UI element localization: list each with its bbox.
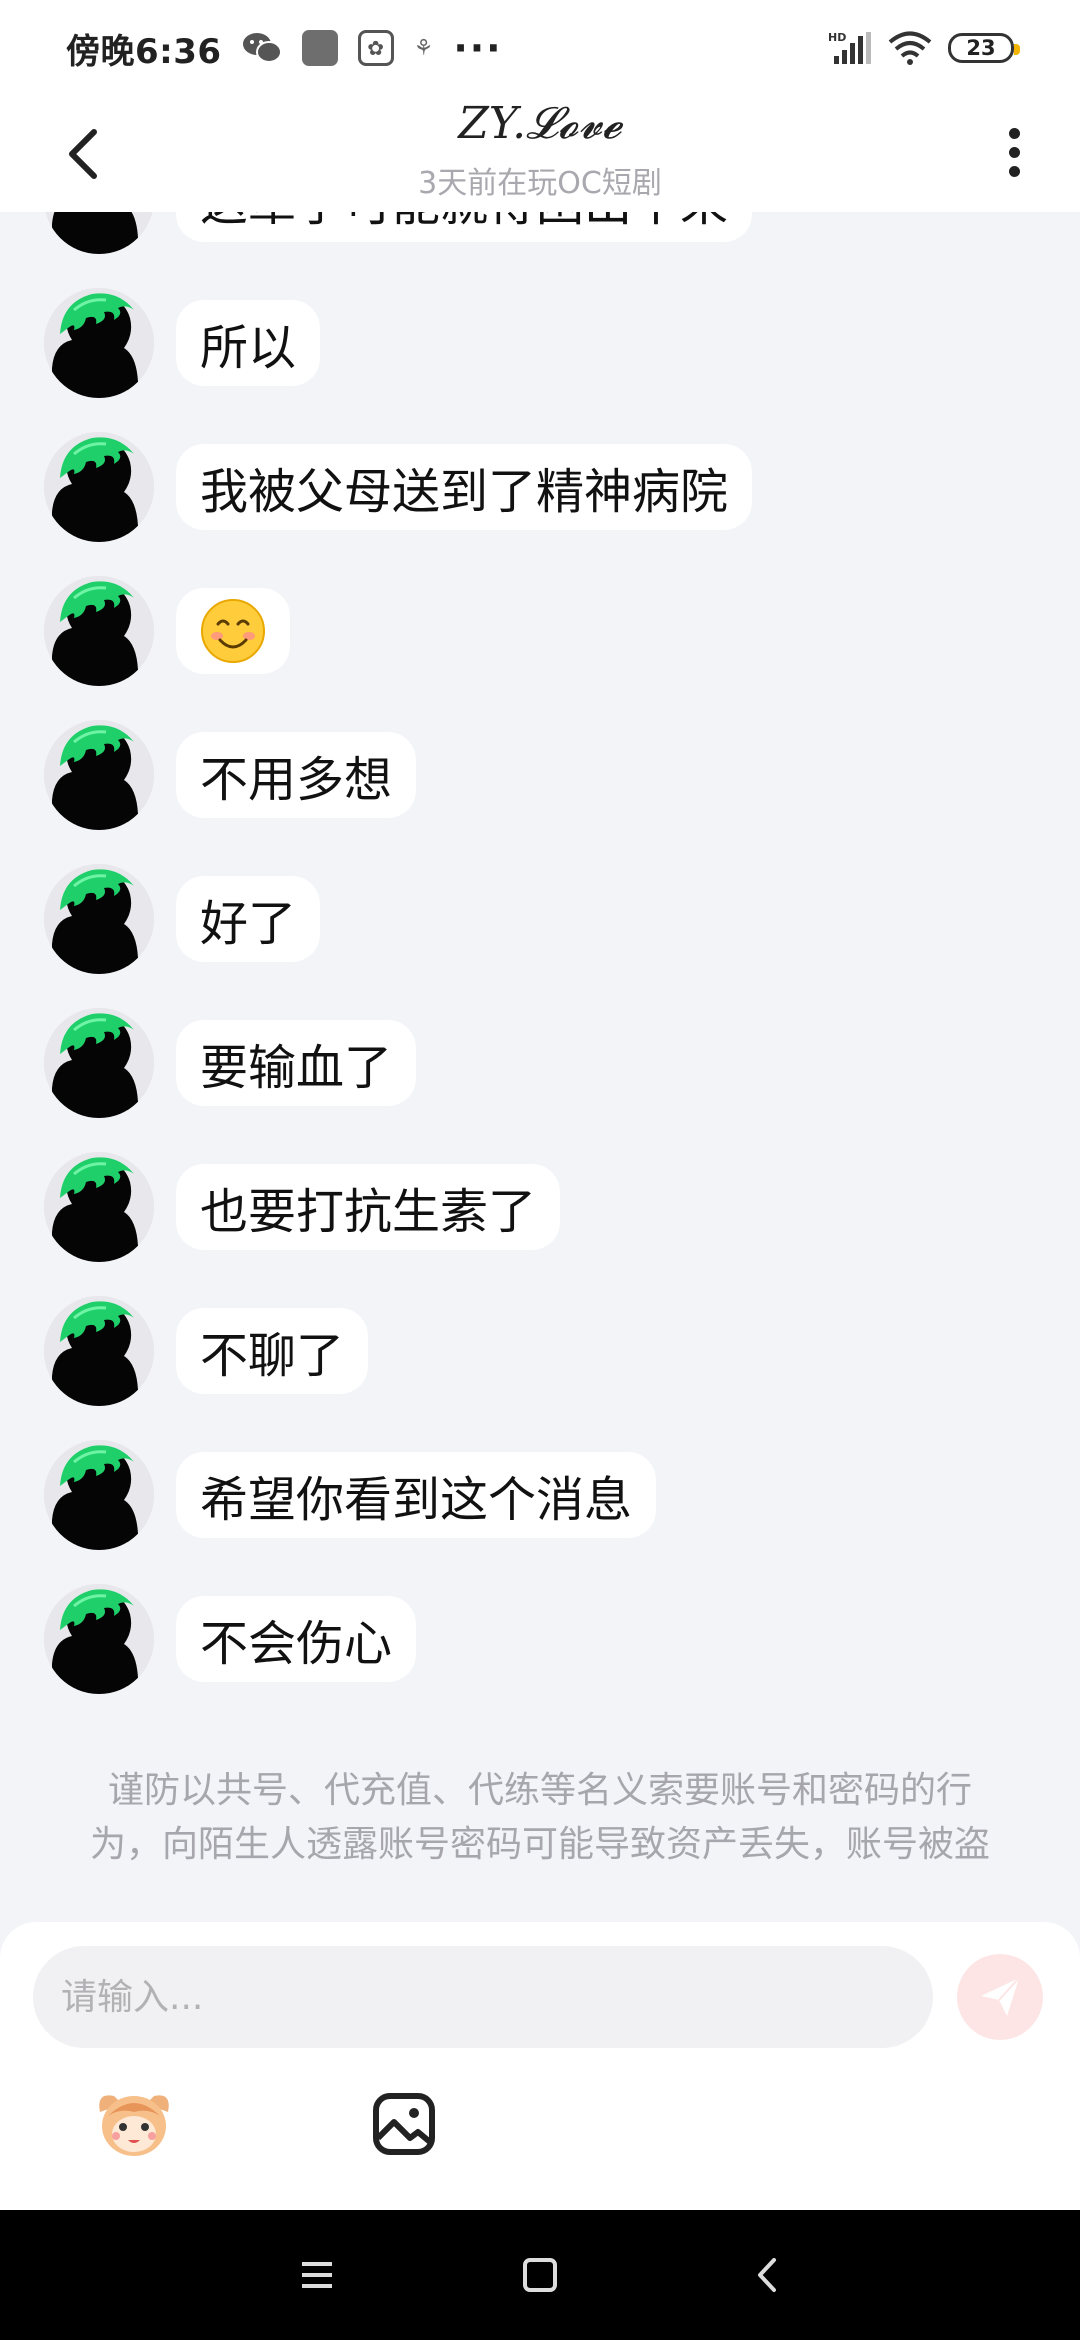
send-button[interactable]	[957, 1954, 1043, 2040]
avatar-silhouette-icon	[44, 1152, 154, 1262]
home-square-icon	[523, 2258, 557, 2292]
message-bubble[interactable]: 好了	[176, 876, 321, 962]
message-text: 不会伤心	[200, 1616, 393, 1672]
page-title: ZY.𝓛𝓸𝓿𝓮	[458, 98, 622, 149]
status-time: 傍晚6:36	[66, 31, 222, 72]
avatar-silhouette-icon	[44, 720, 154, 830]
message-row-partial: 这辈子可能就得困出不来	[44, 212, 753, 254]
message-row: 我被父母送到了精神病院	[44, 432, 753, 542]
back-nav-button[interactable]	[742, 2250, 792, 2300]
message-row: 不聊了	[44, 1296, 369, 1406]
avatar[interactable]	[44, 1152, 154, 1262]
message-row: 也要打抗生素了	[44, 1152, 561, 1262]
message-row: 不会伤心	[44, 1584, 417, 1694]
avatar-silhouette-icon	[44, 864, 154, 974]
message-bubble[interactable]: 不会伤心	[176, 1596, 417, 1682]
menu-icon	[302, 2262, 332, 2288]
mascot-sticker-icon	[99, 2095, 169, 2156]
paw-icon: ✿	[357, 30, 394, 66]
more-dots-icon: ···	[453, 26, 503, 70]
avatar-silhouette-icon	[44, 212, 154, 254]
sticker-button[interactable]	[92, 2082, 176, 2162]
chat-header: ZY.𝓛𝓸𝓿𝓮 3天前在玩OC短剧	[0, 96, 1080, 212]
avatar[interactable]	[44, 864, 154, 974]
wechat-icon	[242, 31, 282, 65]
message-text: 所以	[200, 320, 297, 376]
message-row: 不用多想	[44, 720, 417, 830]
message-bubble[interactable]: 不聊了	[176, 1308, 369, 1394]
avatar[interactable]	[44, 576, 154, 686]
message-bubble[interactable]: 所以	[176, 300, 321, 386]
avatar-silhouette-icon	[44, 432, 154, 542]
message-input-wrapper	[33, 1946, 933, 2048]
message-row: 所以	[44, 288, 321, 398]
more-vertical-icon	[994, 128, 1034, 177]
avatar-silhouette-icon	[44, 1584, 154, 1694]
avatar[interactable]	[44, 432, 154, 542]
avatar-silhouette-icon	[44, 1440, 154, 1550]
avatar-silhouette-icon	[44, 1296, 154, 1406]
message-text: 我被父母送到了精神病院	[200, 464, 729, 520]
message-bubble[interactable]: 我被父母送到了精神病院	[176, 444, 753, 530]
small-app-icon: ⚘	[413, 35, 434, 61]
message-input[interactable]	[61, 1976, 905, 2018]
message-text: 这辈子可能就得困出不来	[200, 212, 728, 234]
smiling-face-icon	[201, 599, 265, 663]
status-left: 傍晚6:36 ✿ ⚘ ···	[66, 24, 503, 73]
avatar[interactable]	[44, 288, 154, 398]
message-text: 好了	[200, 896, 297, 952]
avatar[interactable]	[44, 212, 154, 254]
message-row: 好了	[44, 864, 321, 974]
message-bubble[interactable]: 不用多想	[176, 732, 417, 818]
send-icon	[981, 1977, 1020, 2016]
message-bubble[interactable]: 也要打抗生素了	[176, 1164, 561, 1250]
battery-icon: 23	[948, 33, 1020, 63]
hd-label: HD	[828, 31, 846, 44]
message-row: 希望你看到这个消息	[44, 1440, 657, 1550]
back-triangle-icon	[758, 2258, 776, 2292]
last-active-status: 3天前在玩OC短剧	[418, 166, 662, 201]
chat-messages[interactable]: 这辈子可能就得困出不来所以我被父母送到了精神病院不用多想好了要输血了也要打抗生素…	[0, 212, 1080, 1922]
wifi-icon	[888, 31, 932, 65]
message-text: 不聊了	[200, 1328, 345, 1384]
avatar[interactable]	[44, 1440, 154, 1550]
status-bar: 傍晚6:36 ✿ ⚘ ··· HD 23	[0, 0, 1080, 96]
message-bubble[interactable]: 要输血了	[176, 1020, 417, 1106]
status-right: HD 23	[828, 30, 1020, 66]
message-text: 不用多想	[200, 752, 393, 808]
safety-warning: 谨防以共号、代充值、代练等名义索要账号和密码的行为，向陌生人透露账号密码可能导致…	[90, 1770, 991, 1865]
hd-signal-icon: HD	[828, 30, 872, 66]
image-button[interactable]	[372, 2092, 436, 2156]
avatar[interactable]	[44, 1584, 154, 1694]
menu-button[interactable]	[292, 2250, 342, 2300]
message-text: 希望你看到这个消息	[200, 1472, 633, 1528]
home-button[interactable]	[515, 2250, 565, 2300]
avatar[interactable]	[44, 1008, 154, 1118]
message-bubble[interactable]	[176, 588, 290, 674]
avatar[interactable]	[44, 720, 154, 830]
message-bubble[interactable]: 希望你看到这个消息	[176, 1452, 657, 1538]
image-icon	[373, 2093, 435, 2155]
message-text: 要输血了	[200, 1040, 393, 1096]
composer	[0, 1922, 1080, 2210]
message-row	[44, 576, 290, 686]
message-text: 也要打抗生素了	[200, 1184, 537, 1240]
message-row: 要输血了	[44, 1008, 417, 1118]
avatar[interactable]	[44, 1296, 154, 1406]
message-bubble[interactable]: 这辈子可能就得困出不来	[176, 212, 753, 242]
avatar-silhouette-icon	[44, 1008, 154, 1118]
avatar-silhouette-icon	[44, 288, 154, 398]
system-nav-bar	[0, 2210, 1080, 2340]
avatar-silhouette-icon	[44, 576, 154, 686]
app-square-icon	[301, 30, 338, 66]
more-options-button[interactable]	[994, 122, 1034, 186]
